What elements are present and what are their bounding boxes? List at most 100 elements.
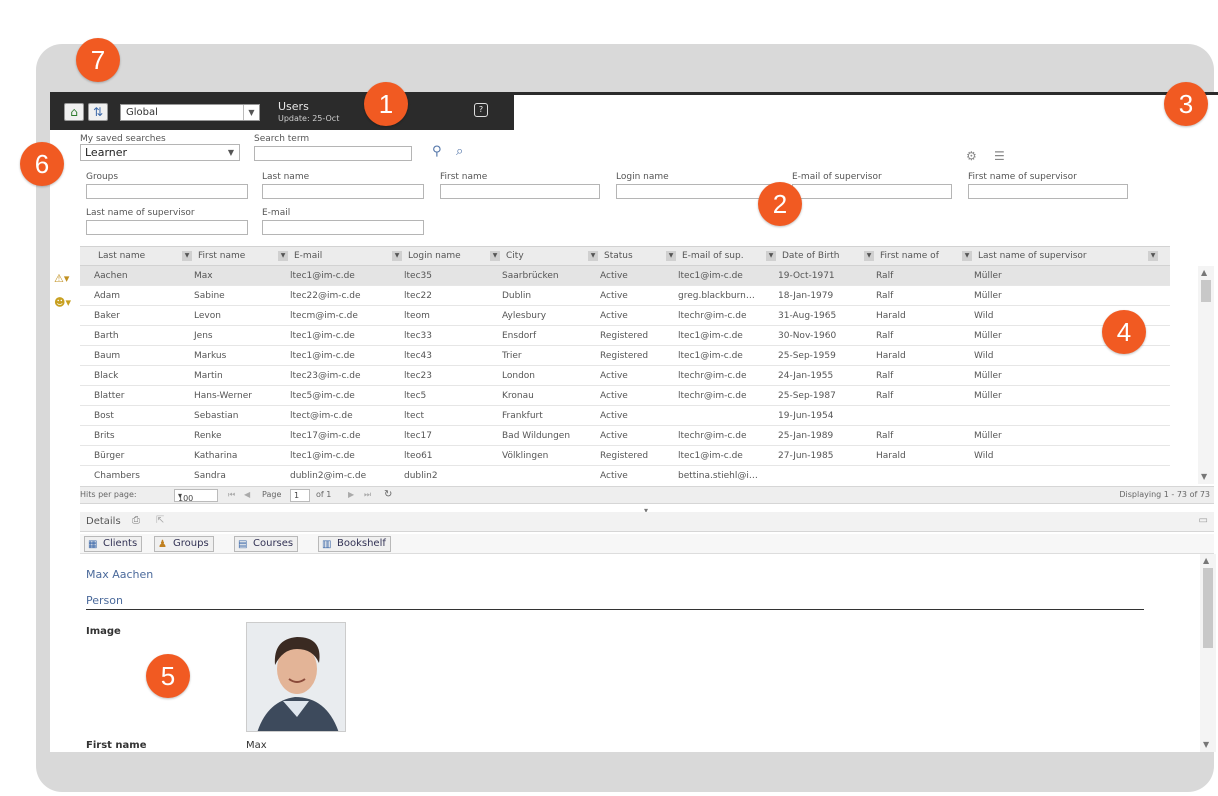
prev-page-icon[interactable]: ◀ [244,490,250,499]
grid-scrollbar[interactable]: ▲ ▼ [1198,266,1214,484]
column-header[interactable]: First name of ▼ [876,247,974,266]
table-cell: ltec33 [404,331,432,341]
table-cell: Bost [94,411,114,421]
context-select[interactable]: Global ▼ [120,104,260,121]
table-row[interactable]: Chambers Sandra dublin2@im-c.de dublin2 Acti… [80,466,1170,484]
table-cell [488,466,586,484]
table-cell: ltec23@im-c.de [290,371,361,381]
table-cell: Jens [194,331,213,341]
hits-per-page-select[interactable]: 100 ▾ [174,489,218,503]
table-row[interactable]: Bürger Katharina ltec1@im-c.de lteo61 Völkli… [80,446,1170,466]
print-icon[interactable]: ⎙ [132,515,140,526]
saved-search-select[interactable]: Learner ▼ [80,144,240,161]
table-cell: Registered [600,331,649,341]
refresh-icon[interactable]: ⇅ [88,103,108,121]
supervisor-last-name-input[interactable] [86,220,248,235]
details-title: Details [86,516,121,527]
table-cell: Ralf [876,291,894,301]
table-cell: Müller [974,291,1002,301]
chevron-down-icon[interactable]: ▼ [1201,472,1207,481]
table-row[interactable]: Barth Jens ltec1@im-c.de ltec33 Ensdorf Regis… [80,326,1170,346]
table-cell [862,406,960,426]
table-row[interactable]: Bost Sebastian ltect@im-c.de ltect Frankfurt… [80,406,1170,426]
scroll-thumb[interactable] [1203,568,1213,648]
table-cell: Hans-Werner [194,391,252,401]
tab-groups[interactable]: ♟ Groups [154,536,214,552]
maximize-icon[interactable]: ▭ [1199,515,1208,526]
home-icon[interactable]: ⌂ [64,103,84,121]
column-header[interactable]: Last name of supervisor ▼ [974,247,1160,266]
column-header[interactable]: City ▼ [502,247,600,266]
column-header[interactable]: E-mail ▼ [290,247,404,266]
table-row[interactable]: Aachen Max ltec1@im-c.de ltec35 Saarbrücken A… [80,266,1170,286]
details-scrollbar[interactable]: ▲ ▼ [1200,554,1216,752]
supervisor-first-name-input[interactable] [968,184,1128,199]
tab-clients[interactable]: ▦ Clients [84,536,143,552]
supervisor-email-input[interactable] [792,184,952,199]
page-count: of 1 [316,490,332,499]
table-cell: Bürger [94,451,125,461]
menu-icon[interactable]: ☰ [994,149,1005,163]
first-name-input[interactable] [440,184,600,199]
table-row[interactable]: Blatter Hans-Werner ltec5@im-c.de ltec5 Kron… [80,386,1170,406]
email-input[interactable] [262,220,424,235]
table-cell: 19-Oct-1971 [778,271,835,281]
table-row[interactable]: Black Martin ltec23@im-c.de ltec23 London Act… [80,366,1170,386]
table-cell: Ralf [876,391,894,401]
table-cell: ltec1@im-c.de [290,451,355,461]
groups-icon: ♟ [158,539,167,550]
column-header[interactable]: Login name ▼ [404,247,502,266]
page-input[interactable]: 1 [290,489,310,502]
saved-searches-label: My saved searches [80,134,166,144]
table-cell: Aachen [94,271,128,281]
tab-bookshelf[interactable]: ▥ Bookshelf [318,536,391,552]
column-header[interactable]: Date of Birth ▼ [778,247,876,266]
first-page-icon[interactable]: ⏮ [228,490,235,500]
column-header[interactable]: Status ▼ [600,247,678,266]
groups-input[interactable] [86,184,248,199]
table-row[interactable]: Baum Markus ltec1@im-c.de ltec43 Trier Regist… [80,346,1170,366]
first-name-value: Max [246,740,267,751]
gear-icon[interactable]: ⚙ [966,149,977,163]
chevron-up-icon[interactable]: ▲ [1201,268,1207,277]
column-header[interactable]: First name ▼ [194,247,290,266]
table-cell: ltechr@im-c.de [678,371,747,381]
callout-badge-4: 4 [1102,310,1146,354]
chevron-up-icon[interactable]: ▲ [1203,556,1209,565]
login-name-input[interactable] [616,184,776,199]
table-cell: ltect [404,411,425,421]
person-name-link[interactable]: Max Aachen [86,568,153,581]
refresh-icon[interactable]: ↻ [384,489,392,500]
next-page-icon[interactable]: ▶ [348,490,354,499]
table-cell: ltec1@im-c.de [678,271,743,281]
scroll-thumb[interactable] [1201,280,1211,302]
column-header[interactable]: E-mail of sup. ▼ [678,247,778,266]
chevron-down-icon: ▼ [392,251,402,261]
table-cell: dublin2 [404,471,438,481]
table-cell: Chambers [94,471,140,481]
table-cell [960,406,1160,426]
table-row[interactable]: Baker Levon ltecm@im-c.de lteom Aylesbury Act… [80,306,1170,326]
table-cell: Active [600,291,628,301]
chevron-down-icon[interactable]: ▼ [1203,740,1209,749]
search-icon[interactable]: ⌕ [456,144,463,159]
table-cell: Harald [876,351,906,361]
last-page-icon[interactable]: ⏭ [364,490,371,500]
tab-courses[interactable]: ▤ Courses [234,536,299,552]
table-cell: 25-Jan-1989 [778,431,834,441]
table-cell [664,406,764,426]
warning-icon[interactable]: ⚠▾ [54,272,69,285]
table-row[interactable]: Brits Renke ltec17@im-c.de ltec17 Bad Wildun… [80,426,1170,446]
table-cell: Baker [94,311,120,321]
column-header[interactable]: Last name ▼ [94,247,194,266]
table-cell: Frankfurt [502,411,543,421]
export-icon[interactable]: ⇱ [156,515,164,526]
table-row[interactable]: Adam Sabine ltec22@im-c.de ltec22 Dublin Acti… [80,286,1170,306]
search-term-input[interactable] [254,146,412,161]
last-name-input[interactable] [262,184,424,199]
help-icon[interactable]: ? [474,103,488,117]
grid-header: Last name ▼ First name ▼ E-mail ▼ Login nam… [80,246,1170,266]
advanced-search-icon[interactable]: ⚲ [432,144,442,159]
chevron-down-icon: ▼ [278,251,288,261]
user-add-icon[interactable]: ☻▾ [54,296,71,309]
